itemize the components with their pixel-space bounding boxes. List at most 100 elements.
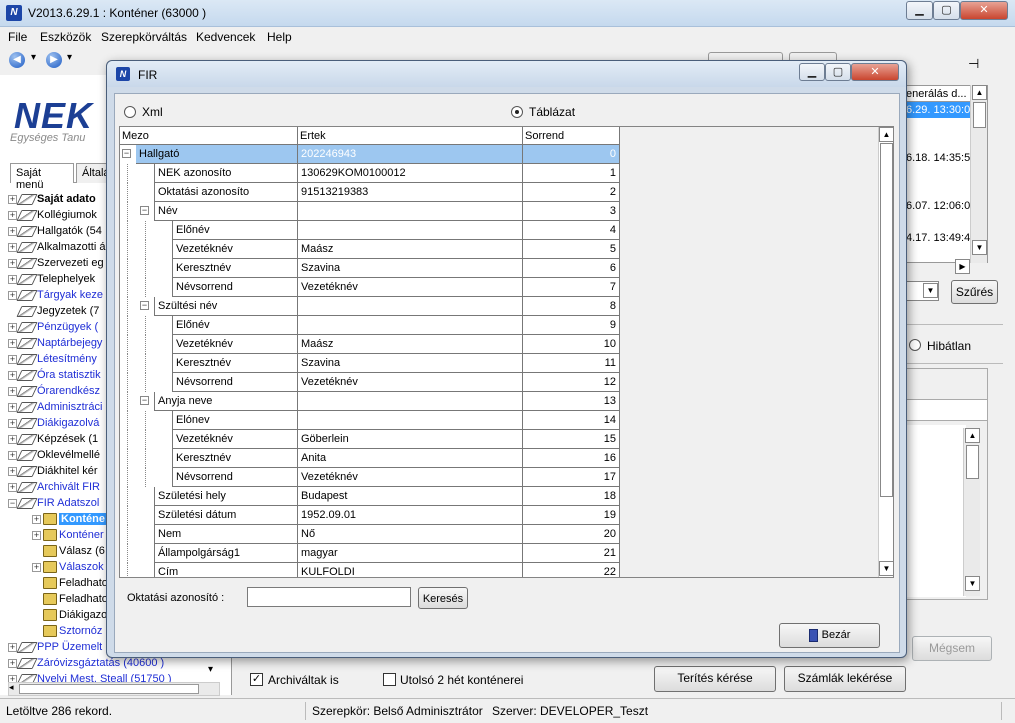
utolso-checkbox[interactable] xyxy=(383,673,396,686)
expand-icon[interactable]: + xyxy=(8,370,17,380)
expand-icon[interactable]: + xyxy=(32,530,41,540)
table-row[interactable]: Állampolgárság1 magyar 21 xyxy=(120,544,620,563)
table-row[interactable]: − Hallgató 202246943 0 xyxy=(120,145,620,164)
expand-icon[interactable]: + xyxy=(8,290,17,300)
table-row[interactable]: − Szültési név 8 xyxy=(120,297,620,316)
expand-icon[interactable]: + xyxy=(8,402,17,412)
fir-maximize-button[interactable]: ▢ xyxy=(825,63,851,81)
table-row[interactable]: Oktatási azonosíto 91513219383 2 xyxy=(120,183,620,202)
fir-minimize-button[interactable]: ▁ xyxy=(799,63,825,81)
back-dropdown-icon[interactable]: ▾ xyxy=(31,52,36,63)
scroll-thumb[interactable] xyxy=(973,102,986,128)
collapse-icon[interactable]: − xyxy=(140,396,149,405)
column-header-ertek[interactable]: Ertek xyxy=(298,127,523,145)
oktatasi-azonosito-input[interactable] xyxy=(247,587,411,607)
expand-icon[interactable]: + xyxy=(8,194,17,204)
expand-icon[interactable]: + xyxy=(8,274,17,284)
scroll-thumb[interactable] xyxy=(19,684,199,694)
expand-icon[interactable]: + xyxy=(8,242,17,252)
scroll-thumb[interactable] xyxy=(966,445,979,479)
search-button[interactable]: Keresés xyxy=(418,587,468,609)
table-row[interactable]: − Név 3 xyxy=(120,202,620,221)
expand-icon[interactable]: + xyxy=(32,514,41,524)
table-row[interactable]: Névsorrend Vezetéknév 7 xyxy=(120,278,620,297)
table-row[interactable]: Elónev 14 xyxy=(120,411,620,430)
expand-icon[interactable]: + xyxy=(8,466,17,476)
close-button[interactable]: ✕ xyxy=(960,1,1008,20)
expand-icon[interactable]: + xyxy=(8,418,17,428)
expand-icon[interactable]: + xyxy=(8,386,17,396)
terites-kerese-button[interactable]: Terítés kérése xyxy=(654,666,776,692)
szures-button[interactable]: Szűrés xyxy=(951,280,998,304)
table-row[interactable]: Születési hely Budapest 18 xyxy=(120,487,620,506)
scroll-down-icon[interactable]: ▼ xyxy=(972,240,987,255)
table-row[interactable]: Keresztnév Szavina 11 xyxy=(120,354,620,373)
container-list-scrollbar[interactable]: ▲ ▼ xyxy=(970,85,987,263)
xml-radio[interactable] xyxy=(124,106,136,118)
forward-button[interactable]: ▶ xyxy=(46,52,62,68)
collapse-icon[interactable]: − xyxy=(140,301,149,310)
bezar-button[interactable]: Bezár xyxy=(779,623,880,648)
table-row[interactable]: Keresztnév Szavina 6 xyxy=(120,259,620,278)
table-row[interactable]: Keresztnév Anita 16 xyxy=(120,449,620,468)
expand-icon[interactable]: + xyxy=(8,434,17,444)
scroll-down-icon[interactable]: ▼ xyxy=(879,561,893,576)
collapse-icon[interactable]: − xyxy=(122,149,131,158)
scroll-up-icon[interactable]: ▲ xyxy=(965,428,980,443)
tree-scroll-down-icon[interactable]: ▾ xyxy=(208,664,213,675)
collapse-icon[interactable]: − xyxy=(8,498,17,508)
expand-icon[interactable]: + xyxy=(32,562,41,572)
megsem-button[interactable]: Mégsem xyxy=(912,636,992,661)
archivaltak-checkbox[interactable]: ✓ xyxy=(250,673,263,686)
table-row[interactable]: − Anyja neve 13 xyxy=(120,392,620,411)
menu-file[interactable]: File xyxy=(8,30,27,44)
tab-sajat-menu[interactable]: Saját menü xyxy=(10,163,74,191)
table-row[interactable]: Névsorrend Vezetéknév 12 xyxy=(120,373,620,392)
expand-icon[interactable]: + xyxy=(8,658,17,668)
pin-icon[interactable]: ⊣ xyxy=(968,56,979,72)
table-row[interactable]: Nem Nő 20 xyxy=(120,525,620,544)
table-row[interactable]: Vezetéknév Maász 5 xyxy=(120,240,620,259)
expand-icon[interactable]: + xyxy=(8,482,17,492)
menu-help[interactable]: Help xyxy=(267,30,292,44)
expand-icon[interactable]: + xyxy=(8,226,17,236)
table-row[interactable]: Előnév 4 xyxy=(120,221,620,240)
scroll-down-icon[interactable]: ▼ xyxy=(965,576,980,591)
column-header-mezo[interactable]: Mezo xyxy=(120,127,298,145)
scroll-up-icon[interactable]: ▲ xyxy=(972,85,987,100)
expand-icon[interactable]: + xyxy=(8,354,17,364)
detail-scrollbar[interactable]: ▲ ▼ xyxy=(963,428,980,596)
tree-hscrollbar[interactable]: ◂ xyxy=(8,682,220,696)
table-row[interactable]: Születési dátum 1952.09.01 19 xyxy=(120,506,620,525)
table-row[interactable]: Előnév 9 xyxy=(120,316,620,335)
back-button[interactable]: ◀ xyxy=(9,52,25,68)
table-row[interactable]: NEK azonosíto 130629KOM0100012 1 xyxy=(120,164,620,183)
menu-eszkozok[interactable]: Eszközök xyxy=(40,30,91,44)
minimize-button[interactable]: ▁ xyxy=(906,1,933,20)
table-row[interactable]: Névsorrend Vezetéknév 17 xyxy=(120,468,620,487)
scroll-right-icon[interactable]: ▶ xyxy=(955,259,970,274)
scroll-up-icon[interactable]: ▲ xyxy=(879,127,893,142)
expand-icon[interactable]: + xyxy=(8,450,17,460)
maximize-button[interactable]: ▢ xyxy=(933,1,960,20)
menu-kedvencek[interactable]: Kedvencek xyxy=(196,30,255,44)
scroll-left-icon[interactable]: ◂ xyxy=(9,682,14,693)
table-row[interactable]: Cím KULFOLDI 22 xyxy=(120,563,620,577)
forward-dropdown-icon[interactable]: ▾ xyxy=(67,52,72,63)
expand-icon[interactable]: + xyxy=(8,258,17,268)
expand-icon[interactable]: + xyxy=(8,338,17,348)
expand-icon[interactable]: + xyxy=(8,642,17,652)
table-row[interactable]: Vezetéknév Göberlein 15 xyxy=(120,430,620,449)
expand-icon[interactable]: + xyxy=(8,322,17,332)
collapse-icon[interactable]: − xyxy=(140,206,149,215)
main-titlebar[interactable]: N V2013.6.29.1 : Konténer (63000 ) ▁ ▢ ✕ xyxy=(0,0,1015,27)
fir-close-button[interactable]: ✕ xyxy=(851,63,899,81)
szamlak-lekerese-button[interactable]: Számlák lekérése xyxy=(784,666,906,692)
grid-scrollbar[interactable]: ▲ ▼ xyxy=(878,127,893,577)
hibatlan-radio[interactable] xyxy=(909,339,921,351)
tablazat-radio[interactable] xyxy=(511,106,523,118)
table-row[interactable]: Vezetéknév Maász 10 xyxy=(120,335,620,354)
fir-titlebar[interactable]: N FIR ▁ ▢ ✕ xyxy=(107,61,906,87)
menu-szerepkorvaltas[interactable]: Szerepkörváltás xyxy=(101,30,187,44)
filter-select[interactable]: ▼ xyxy=(903,281,939,301)
